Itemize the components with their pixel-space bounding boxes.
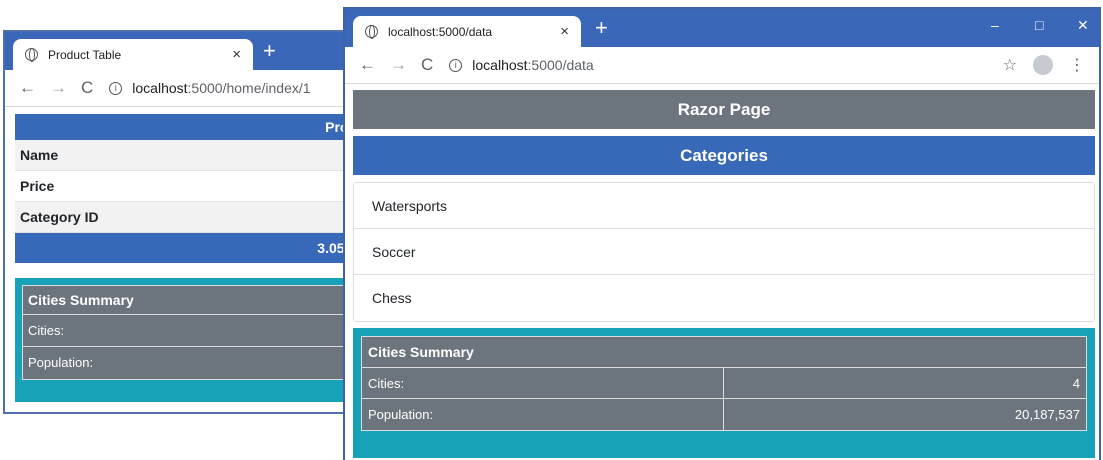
- summary-row-cities: Cities:: [23, 315, 360, 347]
- menu-icon[interactable]: ⋮: [1069, 55, 1085, 75]
- info-icon[interactable]: i: [449, 58, 463, 72]
- minimize-button[interactable]: –: [991, 17, 999, 33]
- url-host: localhost: [132, 80, 188, 96]
- summary-title: Cities Summary: [362, 337, 1086, 368]
- summary-label: Population:: [362, 399, 724, 430]
- tab-title: Product Table: [48, 47, 122, 62]
- summary-label: Cities:: [362, 368, 724, 398]
- forward-button[interactable]: →: [390, 55, 407, 75]
- page-title: Razor Page: [353, 90, 1095, 129]
- reload-button[interactable]: C: [81, 78, 93, 98]
- url-host: localhost: [472, 57, 528, 73]
- tab-title: localhost:5000/data: [388, 24, 493, 39]
- category-list: Watersports Soccer Chess: [353, 182, 1095, 322]
- page-content: Prod Name Price Category ID 3.05% Cities…: [5, 108, 361, 412]
- tab-strip: Product Table × +: [5, 32, 361, 70]
- tab-strip: localhost:5000/data × + – □ ✕: [345, 9, 1099, 47]
- page-content: Razor Page Categories Watersports Soccer…: [345, 85, 1099, 460]
- table-row-price: Price: [15, 171, 361, 202]
- summary-panel: Cities Summary Cities: 4 Population: 20,…: [353, 328, 1095, 458]
- summary-value: 4: [1072, 376, 1080, 391]
- reload-button[interactable]: C: [421, 55, 433, 75]
- url-field[interactable]: i localhost:5000/home/index/1: [109, 80, 311, 96]
- list-item: Chess: [354, 275, 1094, 321]
- back-button[interactable]: ←: [19, 78, 36, 98]
- info-icon[interactable]: i: [109, 81, 123, 95]
- table-row-category-id: Category ID: [15, 202, 361, 233]
- url-path: :5000/home/index/1: [187, 80, 311, 96]
- browser-window-data: localhost:5000/data × + – □ ✕ ← → C i lo…: [343, 7, 1101, 460]
- avatar[interactable]: [1033, 55, 1053, 75]
- address-bar: ← → C i localhost:5000/home/index/1: [5, 70, 361, 107]
- summary-panel: Cities Summary Cities: Population:: [15, 278, 361, 402]
- new-tab-button[interactable]: +: [595, 15, 608, 41]
- globe-icon: [25, 48, 38, 62]
- categories-header: Categories: [353, 136, 1095, 175]
- table-row: Population: 20,187,537: [362, 399, 1086, 430]
- url-field[interactable]: i localhost:5000/data: [449, 57, 594, 73]
- table-banner: Prod: [15, 114, 361, 140]
- back-button[interactable]: ←: [359, 55, 376, 75]
- forward-button[interactable]: →: [50, 78, 67, 98]
- summary-row-population: Population:: [28, 355, 94, 370]
- list-item: Watersports: [354, 183, 1094, 229]
- new-tab-button[interactable]: +: [263, 38, 276, 64]
- summary-value: 20,187,537: [1014, 407, 1080, 422]
- address-bar: ← → C i localhost:5000/data ☆ ⋮: [345, 47, 1099, 84]
- toolbar-icons: ☆ ⋮: [1003, 55, 1085, 75]
- summary-title: Cities Summary: [23, 286, 360, 315]
- tab-close-icon[interactable]: ×: [232, 46, 241, 63]
- table-row-name: Name: [15, 140, 361, 171]
- tab-close-icon[interactable]: ×: [560, 23, 569, 40]
- maximize-button[interactable]: □: [1035, 17, 1043, 33]
- table-row: Cities: 4: [362, 368, 1086, 399]
- tab-product-table[interactable]: Product Table ×: [13, 39, 253, 70]
- cities-summary-table: Cities Summary Cities: 4 Population: 20,…: [361, 336, 1087, 431]
- list-item: Soccer: [354, 229, 1094, 275]
- url-path: :5000/data: [527, 57, 594, 73]
- progress-bar: 3.05%: [15, 233, 361, 263]
- tab-data[interactable]: localhost:5000/data ×: [353, 16, 581, 47]
- globe-icon: [365, 25, 378, 39]
- browser-window-product-table: Product Table × + ← → C i localhost:5000…: [3, 30, 363, 414]
- star-icon[interactable]: ☆: [1003, 55, 1017, 75]
- cities-summary-table: Cities Summary Cities: Population:: [22, 285, 361, 380]
- close-window-button[interactable]: ✕: [1077, 17, 1089, 34]
